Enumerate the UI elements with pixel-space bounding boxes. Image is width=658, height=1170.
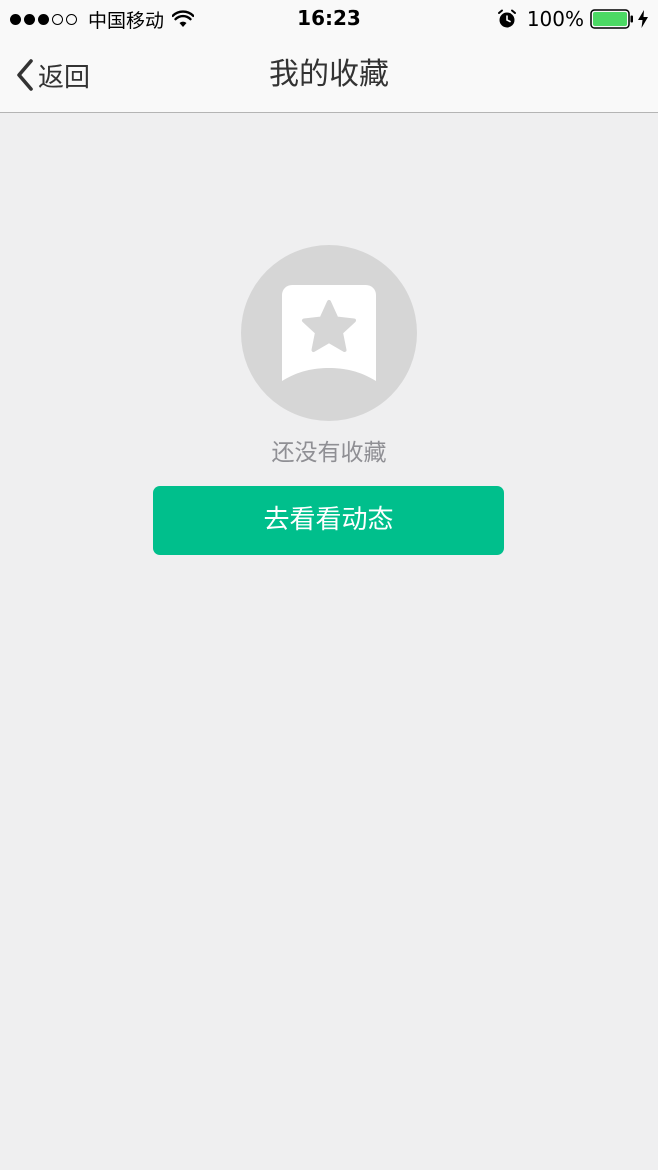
status-bar: 中国移动 16:23 100%: [0, 0, 658, 38]
bookmark-star-icon: [282, 285, 376, 381]
navigation-bar: 返回 我的收藏: [0, 38, 658, 113]
empty-state-illustration: [241, 245, 417, 421]
alarm-icon: [497, 9, 516, 28]
screen: 中国移动 16:23 100% 返回 我的收藏 还没有收藏 去看看动态: [0, 0, 658, 1170]
battery-percentage: 100%: [526, 7, 584, 31]
empty-state-message: 还没有收藏: [271, 440, 387, 466]
view-feed-button[interactable]: 去看看动态: [153, 486, 504, 555]
battery-icon: [590, 9, 633, 29]
bolt-icon: [638, 10, 648, 28]
status-right: 100%: [497, 6, 648, 32]
page-title: 我的收藏: [269, 57, 389, 92]
